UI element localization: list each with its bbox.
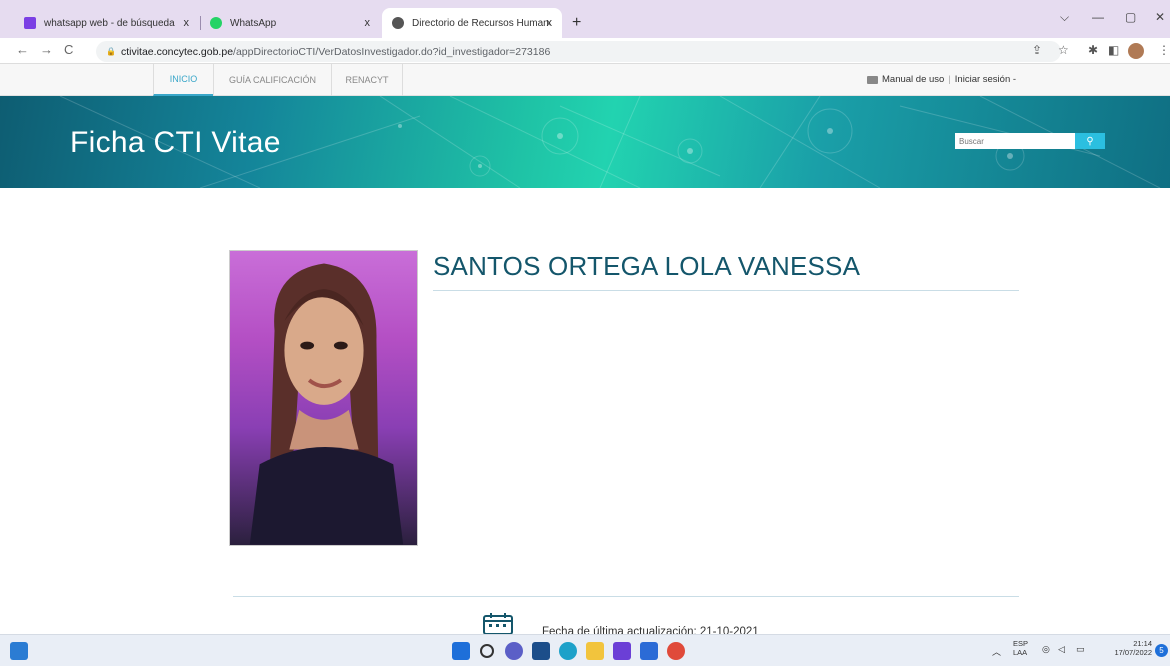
nav-inicio[interactable]: INICIO — [153, 64, 213, 96]
avatar[interactable] — [1128, 43, 1144, 59]
edge-icon[interactable] — [559, 642, 577, 660]
page-title: Ficha CTI Vitae — [70, 126, 281, 159]
file-explorer-icon[interactable] — [586, 642, 604, 660]
link-divider: | — [948, 74, 951, 85]
store-icon[interactable] — [613, 642, 631, 660]
back-icon[interactable]: ← — [16, 42, 29, 57]
windows-start-icon[interactable] — [452, 642, 470, 660]
tab-directorio[interactable]: Directorio de Recursos Humanos x — [382, 8, 562, 38]
url-path: /appDirectorioCTI/VerDatosInvestigador.d… — [233, 45, 551, 58]
tab-label: Directorio de Recursos Humanos — [412, 17, 550, 29]
search-icon[interactable] — [480, 644, 494, 658]
new-tab-button[interactable]: + — [572, 14, 581, 32]
extensions-icon[interactable]: ✱ — [1088, 43, 1098, 57]
url-domain: ctivitae.concytec.gob.pe — [120, 45, 234, 58]
close-tab-icon[interactable]: x — [184, 17, 190, 29]
language-indicator[interactable]: ESP LAA — [1013, 639, 1028, 657]
footer-divider — [233, 596, 1019, 597]
word-icon[interactable] — [640, 642, 658, 660]
close-tab-icon[interactable]: x — [547, 17, 553, 29]
profile-photo — [229, 250, 418, 546]
chat-icon[interactable] — [505, 642, 523, 660]
browser-tab-bar: whatsapp web - de búsqueda x WhatsApp x … — [0, 0, 1170, 38]
reload-icon[interactable]: C — [64, 42, 73, 57]
address-bar-row: ← → C 🔒 ctivitae.concytec.gob.pe /appDir… — [0, 38, 1170, 64]
whatsapp-favicon-icon — [210, 17, 222, 29]
mail-icon[interactable] — [532, 642, 550, 660]
name-divider — [433, 290, 1019, 291]
search-button[interactable]: ⚲ — [1075, 133, 1105, 149]
share-icon[interactable]: ⇪ — [1032, 43, 1042, 57]
globe-favicon-icon — [392, 17, 404, 29]
nav-renacyt[interactable]: RENACYT — [331, 64, 403, 96]
widgets-icon[interactable] — [10, 642, 28, 660]
search-icon: ⚲ — [1086, 135, 1094, 147]
login-link[interactable]: Iniciar sesión - — [955, 74, 1016, 85]
lock-icon: 🔒 — [106, 47, 116, 56]
portrait-image — [249, 263, 404, 545]
minimize-icon[interactable]: — — [1092, 10, 1104, 24]
wifi-icon[interactable]: ◎ — [1042, 644, 1050, 655]
researcher-name: SANTOS ORTEGA LOLA VANESSA — [433, 251, 861, 281]
menu-dots-icon[interactable]: ⋮ — [1158, 43, 1170, 57]
layout-label: LAA — [1013, 648, 1028, 657]
language-label: ESP — [1013, 639, 1029, 648]
nav-guia-calificacion[interactable]: GUÍA CALIFICACIÓN — [213, 64, 331, 96]
close-window-icon[interactable]: ✕ — [1155, 10, 1165, 24]
date-label: 17/07/2022 — [1114, 648, 1152, 657]
star-icon[interactable]: ☆ — [1058, 43, 1069, 57]
tab-whatsapp-search[interactable]: whatsapp web - de búsqueda x — [14, 8, 199, 38]
calendar-icon — [483, 613, 513, 634]
clock[interactable]: 21:14 17/07/2022 — [1104, 639, 1152, 657]
maximize-icon[interactable]: ▢ — [1125, 10, 1136, 24]
chevron-up-icon[interactable]: ︿ — [992, 645, 1001, 658]
tab-whatsapp[interactable]: WhatsApp x — [200, 8, 380, 38]
time-label: 21:14 — [1133, 639, 1152, 648]
forward-icon[interactable]: → — [40, 42, 53, 57]
sidebar-icon[interactable]: ◧ — [1108, 43, 1119, 57]
chrome-icon[interactable] — [667, 642, 685, 660]
tab-label: WhatsApp — [230, 17, 277, 29]
windows-taskbar: ︿ ESP LAA ◎ ◁ ▭ 21:14 17/07/2022 5 — [0, 634, 1170, 666]
battery-icon[interactable]: ▭ — [1076, 644, 1085, 655]
tab-label: whatsapp web - de búsqueda — [44, 17, 175, 29]
site-links: Manual de uso | Iniciar sesión - — [867, 74, 1016, 85]
close-tab-icon[interactable]: x — [365, 17, 371, 29]
chevron-down-icon[interactable]: ⌵ — [1060, 10, 1069, 25]
manual-link[interactable]: Manual de uso — [882, 74, 944, 85]
site-nav: INICIO GUÍA CALIFICACIÓN RENACYT Manual … — [0, 64, 1170, 96]
envelope-icon — [867, 75, 878, 84]
search-input[interactable] — [955, 133, 1075, 149]
url-field[interactable]: 🔒 ctivitae.concytec.gob.pe /appDirectori… — [96, 41, 1061, 62]
search-favicon-icon — [24, 17, 36, 29]
volume-icon[interactable]: ◁ — [1058, 644, 1065, 655]
header-banner: Ficha CTI Vitae ⚲ — [0, 96, 1170, 188]
notification-badge[interactable]: 5 — [1155, 644, 1168, 657]
